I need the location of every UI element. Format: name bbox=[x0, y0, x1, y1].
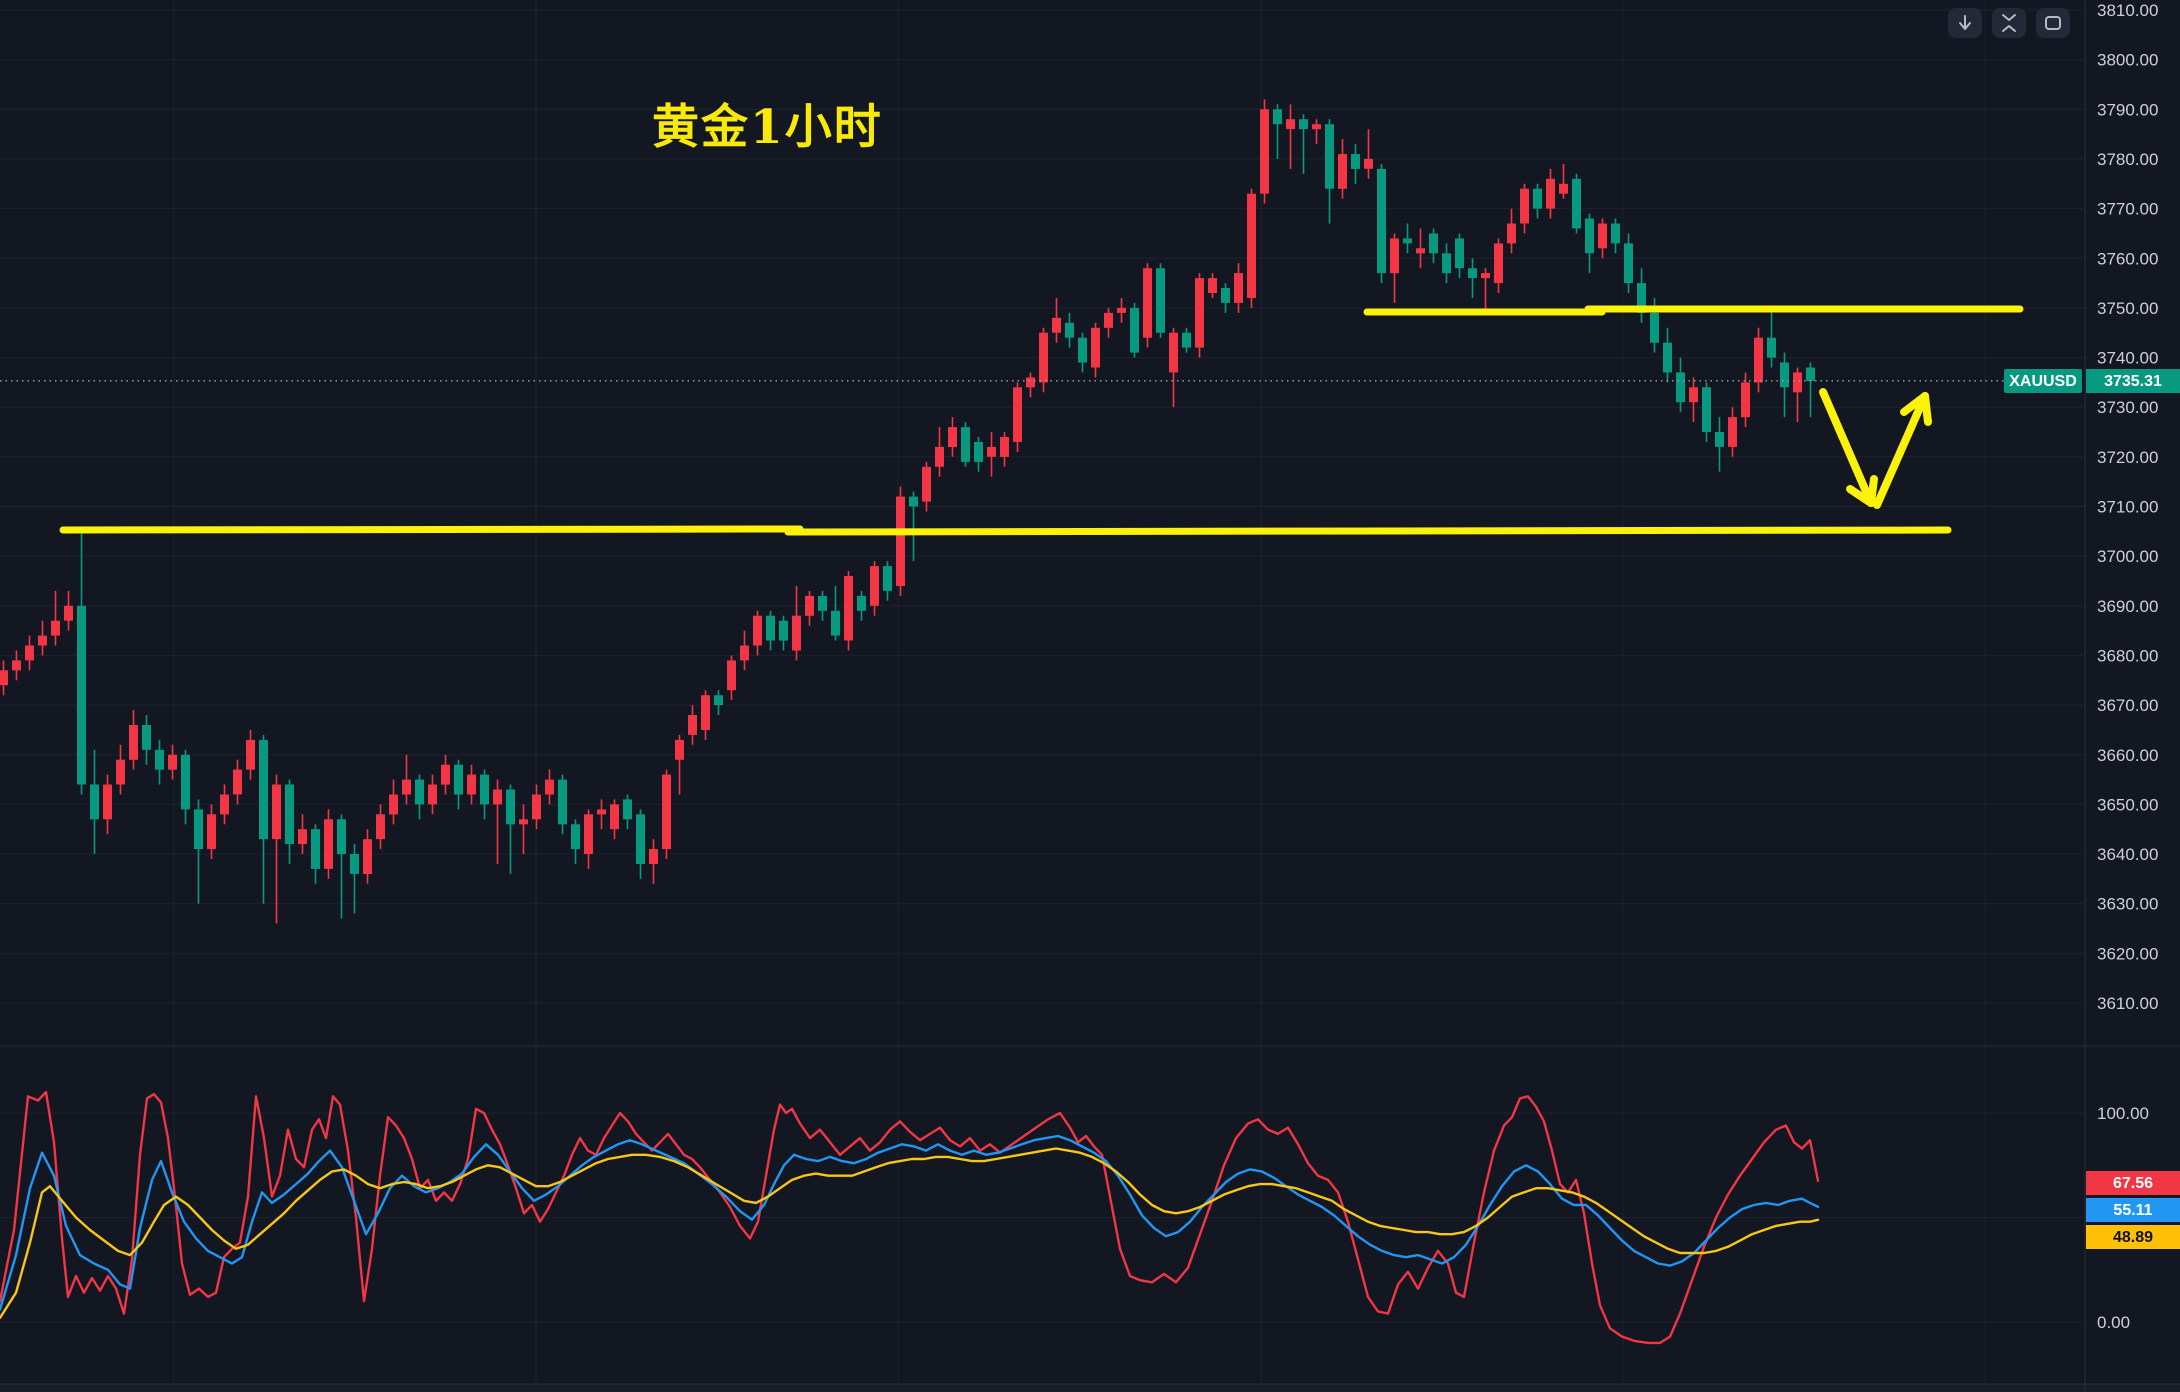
price-tick-label: 3730.00 bbox=[2097, 398, 2158, 417]
price-tick-label: 3750.00 bbox=[2097, 299, 2158, 318]
candle bbox=[324, 809, 333, 879]
price-tick-label: 3800.00 bbox=[2097, 51, 2158, 70]
candle bbox=[1013, 382, 1022, 452]
candle bbox=[961, 422, 970, 467]
price-tick-label: 3680.00 bbox=[2097, 646, 2158, 665]
candle bbox=[1377, 164, 1386, 283]
d-value-text: 48.89 bbox=[2113, 1229, 2153, 1246]
chart-window: 3810.00 3800.00 3790.00 3780.00 3770.00 3760.… bbox=[0, 0, 2180, 1392]
candle bbox=[844, 571, 853, 651]
candle bbox=[662, 770, 671, 859]
price-tick-label: 3670.00 bbox=[2097, 696, 2158, 715]
kdj-value-labels: 67.56 55.11 48.89 bbox=[2086, 1171, 2180, 1249]
price-tick-label: 3700.00 bbox=[2097, 547, 2158, 566]
symbol-price-label: XAUUSD 3735.31 bbox=[2004, 369, 2180, 393]
price-tick-label: 3760.00 bbox=[2097, 249, 2158, 268]
price-tick-label: 3720.00 bbox=[2097, 448, 2158, 467]
price-scale[interactable]: 3810.00 3800.00 3790.00 3780.00 3770.00 3760.… bbox=[2097, 1, 2158, 1013]
candle bbox=[1156, 263, 1165, 338]
k-value-text: 55.11 bbox=[2113, 1202, 2152, 1219]
indicator-tick-label: 0.00 bbox=[2097, 1313, 2130, 1332]
price-tick-label: 3740.00 bbox=[2097, 349, 2158, 368]
collapse-pane-button[interactable] bbox=[1992, 8, 2026, 38]
indicator-tick-label: 100.00 bbox=[2097, 1104, 2149, 1123]
candle bbox=[1143, 263, 1152, 347]
price-tick-label: 3650.00 bbox=[2097, 795, 2158, 814]
time-axis-strip[interactable] bbox=[0, 1384, 2180, 1392]
candle bbox=[1260, 99, 1269, 203]
symbol-badge-text: XAUUSD bbox=[2009, 373, 2077, 390]
candle bbox=[896, 487, 905, 596]
price-tick-label: 3640.00 bbox=[2097, 845, 2158, 864]
yellow-trendline[interactable] bbox=[788, 530, 1948, 532]
candle bbox=[1195, 273, 1204, 358]
price-tick-label: 3610.00 bbox=[2097, 994, 2158, 1013]
candle bbox=[1572, 174, 1581, 234]
price-tick-label: 3710.00 bbox=[2097, 498, 2158, 517]
j-value-text: 67.56 bbox=[2113, 1175, 2153, 1192]
chart-title[interactable]: 黄金1小时 bbox=[652, 100, 883, 155]
maximize-pane-button[interactable] bbox=[2036, 8, 2070, 38]
price-tick-label: 3690.00 bbox=[2097, 597, 2158, 616]
price-tick-label: 3620.00 bbox=[2097, 944, 2158, 963]
price-tick-label: 3780.00 bbox=[2097, 150, 2158, 169]
price-tick-label: 3630.00 bbox=[2097, 895, 2158, 914]
price-badge-text: 3735.31 bbox=[2104, 373, 2162, 390]
price-tick-label: 3790.00 bbox=[2097, 100, 2158, 119]
scroll-to-latest-button[interactable] bbox=[1948, 8, 1982, 38]
candle bbox=[1247, 189, 1256, 308]
price-tick-label: 3770.00 bbox=[2097, 200, 2158, 219]
yellow-trendline[interactable] bbox=[63, 529, 800, 530]
price-tick-label: 3660.00 bbox=[2097, 746, 2158, 765]
price-tick-label: 3810.00 bbox=[2097, 1, 2158, 20]
candle bbox=[1130, 303, 1139, 358]
